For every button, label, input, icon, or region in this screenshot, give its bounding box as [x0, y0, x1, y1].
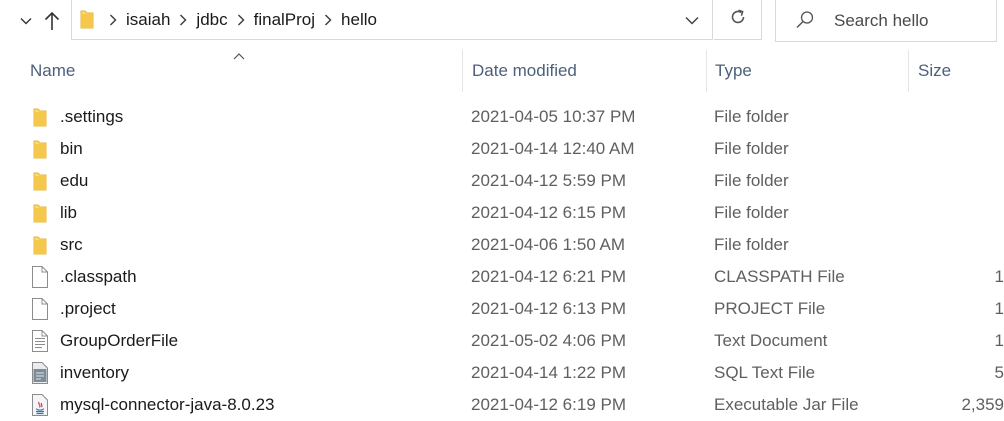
column-header-date-modified[interactable]: Date modified [462, 50, 706, 92]
file-name: .project [60, 299, 116, 318]
file-size: 1 [994, 267, 1004, 286]
breadcrumb-item-hello[interactable]: hello [339, 10, 379, 30]
file-name: GroupOrderFile [60, 331, 179, 350]
file-row[interactable]: src 2021-04-06 1:50 AM File folder [0, 229, 1004, 261]
search-input[interactable] [834, 10, 992, 32]
file-list: .settings 2021-04-05 10:37 PM File folder … [0, 101, 1004, 421]
folder-icon [29, 165, 51, 197]
file-row[interactable]: GroupOrderFile 2021-05-02 4:06 PM Text Doc… [0, 325, 1004, 357]
folder-icon [80, 8, 94, 35]
file-type: File folder [714, 107, 789, 126]
file-name: bin [60, 139, 83, 158]
folder-icon [29, 229, 51, 261]
file-type: Executable Jar File [714, 395, 859, 414]
file-type: File folder [714, 203, 789, 222]
column-header-size[interactable]: Size [908, 50, 1004, 92]
column-header-type[interactable]: Type [706, 50, 908, 92]
file-date-modified: 2021-04-14 12:40 AM [471, 139, 635, 158]
column-header-size-label: Size [918, 61, 952, 80]
breadcrumb-chevron-icon[interactable] [230, 14, 252, 26]
file-row[interactable]: .settings 2021-04-05 10:37 PM File folder [0, 101, 1004, 133]
file-name: inventory [60, 363, 129, 382]
file-row[interactable]: .classpath 2021-04-12 6:21 PM CLASSPATH Fi… [0, 261, 1004, 293]
file-date-modified: 2021-04-14 1:22 PM [471, 363, 626, 382]
file-size: 1 [994, 299, 1004, 318]
column-header-name-label: Name [30, 61, 76, 80]
file-row[interactable]: bin 2021-04-14 12:40 AM File folder [0, 133, 1004, 165]
breadcrumb-item-isaiah[interactable]: isaiah [124, 10, 172, 30]
search-icon [794, 9, 816, 36]
sort-ascending-icon [233, 47, 245, 65]
file-date-modified: 2021-04-12 6:19 PM [471, 395, 626, 414]
blank-file-icon [29, 261, 51, 293]
file-date-modified: 2021-05-02 4:06 PM [471, 331, 626, 350]
file-row[interactable]: inventory 2021-04-14 1:22 PM SQL Text File… [0, 357, 1004, 389]
column-header-bar: Name Date modified Type Size [0, 50, 1004, 92]
address-bar[interactable]: isaiah jdbc finalProj hello [71, 0, 713, 40]
file-row[interactable]: .project 2021-04-12 6:13 PM PROJECT File 1 [0, 293, 1004, 325]
file-type: File folder [714, 139, 789, 158]
file-date-modified: 2021-04-12 6:13 PM [471, 299, 626, 318]
file-name: src [60, 235, 83, 254]
search-box[interactable] [775, 0, 997, 42]
jar-file-icon [29, 389, 51, 421]
blank-file-icon [29, 293, 51, 325]
file-name: lib [60, 203, 78, 222]
file-size: 5 [994, 363, 1004, 382]
breadcrumb-item-finalproj[interactable]: finalProj [252, 10, 317, 30]
breadcrumb-chevron-icon[interactable] [317, 14, 339, 26]
folder-icon [29, 197, 51, 229]
breadcrumb-chevron-icon[interactable] [102, 14, 124, 26]
file-type: CLASSPATH File [714, 267, 845, 286]
text-file-icon [29, 325, 51, 357]
file-date-modified: 2021-04-12 6:21 PM [471, 267, 626, 286]
file-date-modified: 2021-04-06 1:50 AM [471, 235, 626, 254]
file-date-modified: 2021-04-12 5:59 PM [471, 171, 626, 190]
breadcrumb-item-jdbc[interactable]: jdbc [194, 10, 229, 30]
column-header-type-label: Type [715, 61, 752, 80]
file-type: PROJECT File [714, 299, 826, 318]
file-size: 1 [994, 331, 1004, 350]
file-type: File folder [714, 171, 789, 190]
file-name: edu [60, 171, 89, 190]
folder-icon [29, 133, 51, 165]
column-header-name[interactable]: Name [0, 50, 462, 92]
file-name: .classpath [60, 267, 137, 286]
file-row[interactable]: edu 2021-04-12 5:59 PM File folder [0, 165, 1004, 197]
file-name: mysql-connector-java-8.0.23 [60, 395, 275, 414]
breadcrumb: isaiah jdbc finalProj hello [102, 0, 379, 40]
file-size: 2,359 [961, 395, 1004, 414]
file-date-modified: 2021-04-05 10:37 PM [471, 107, 636, 126]
recent-locations-chevron-icon[interactable] [14, 0, 38, 42]
file-type: File folder [714, 235, 789, 254]
file-type: SQL Text File [714, 363, 816, 382]
file-type: Text Document [714, 331, 828, 350]
file-row[interactable]: mysql-connector-java-8.0.23 2021-04-12 6:… [0, 389, 1004, 421]
address-history-dropdown-icon[interactable] [672, 0, 712, 40]
column-header-date-label: Date modified [472, 61, 577, 80]
breadcrumb-chevron-icon[interactable] [172, 14, 194, 26]
sql-file-icon [29, 357, 51, 389]
file-row[interactable]: lib 2021-04-12 6:15 PM File folder [0, 197, 1004, 229]
file-name: .settings [60, 107, 124, 126]
up-arrow-icon[interactable] [40, 0, 64, 42]
folder-icon [29, 101, 51, 133]
navigation-bar: isaiah jdbc finalProj hello [0, 0, 1004, 42]
refresh-button[interactable] [714, 0, 762, 40]
file-date-modified: 2021-04-12 6:15 PM [471, 203, 626, 222]
refresh-icon [729, 8, 747, 31]
